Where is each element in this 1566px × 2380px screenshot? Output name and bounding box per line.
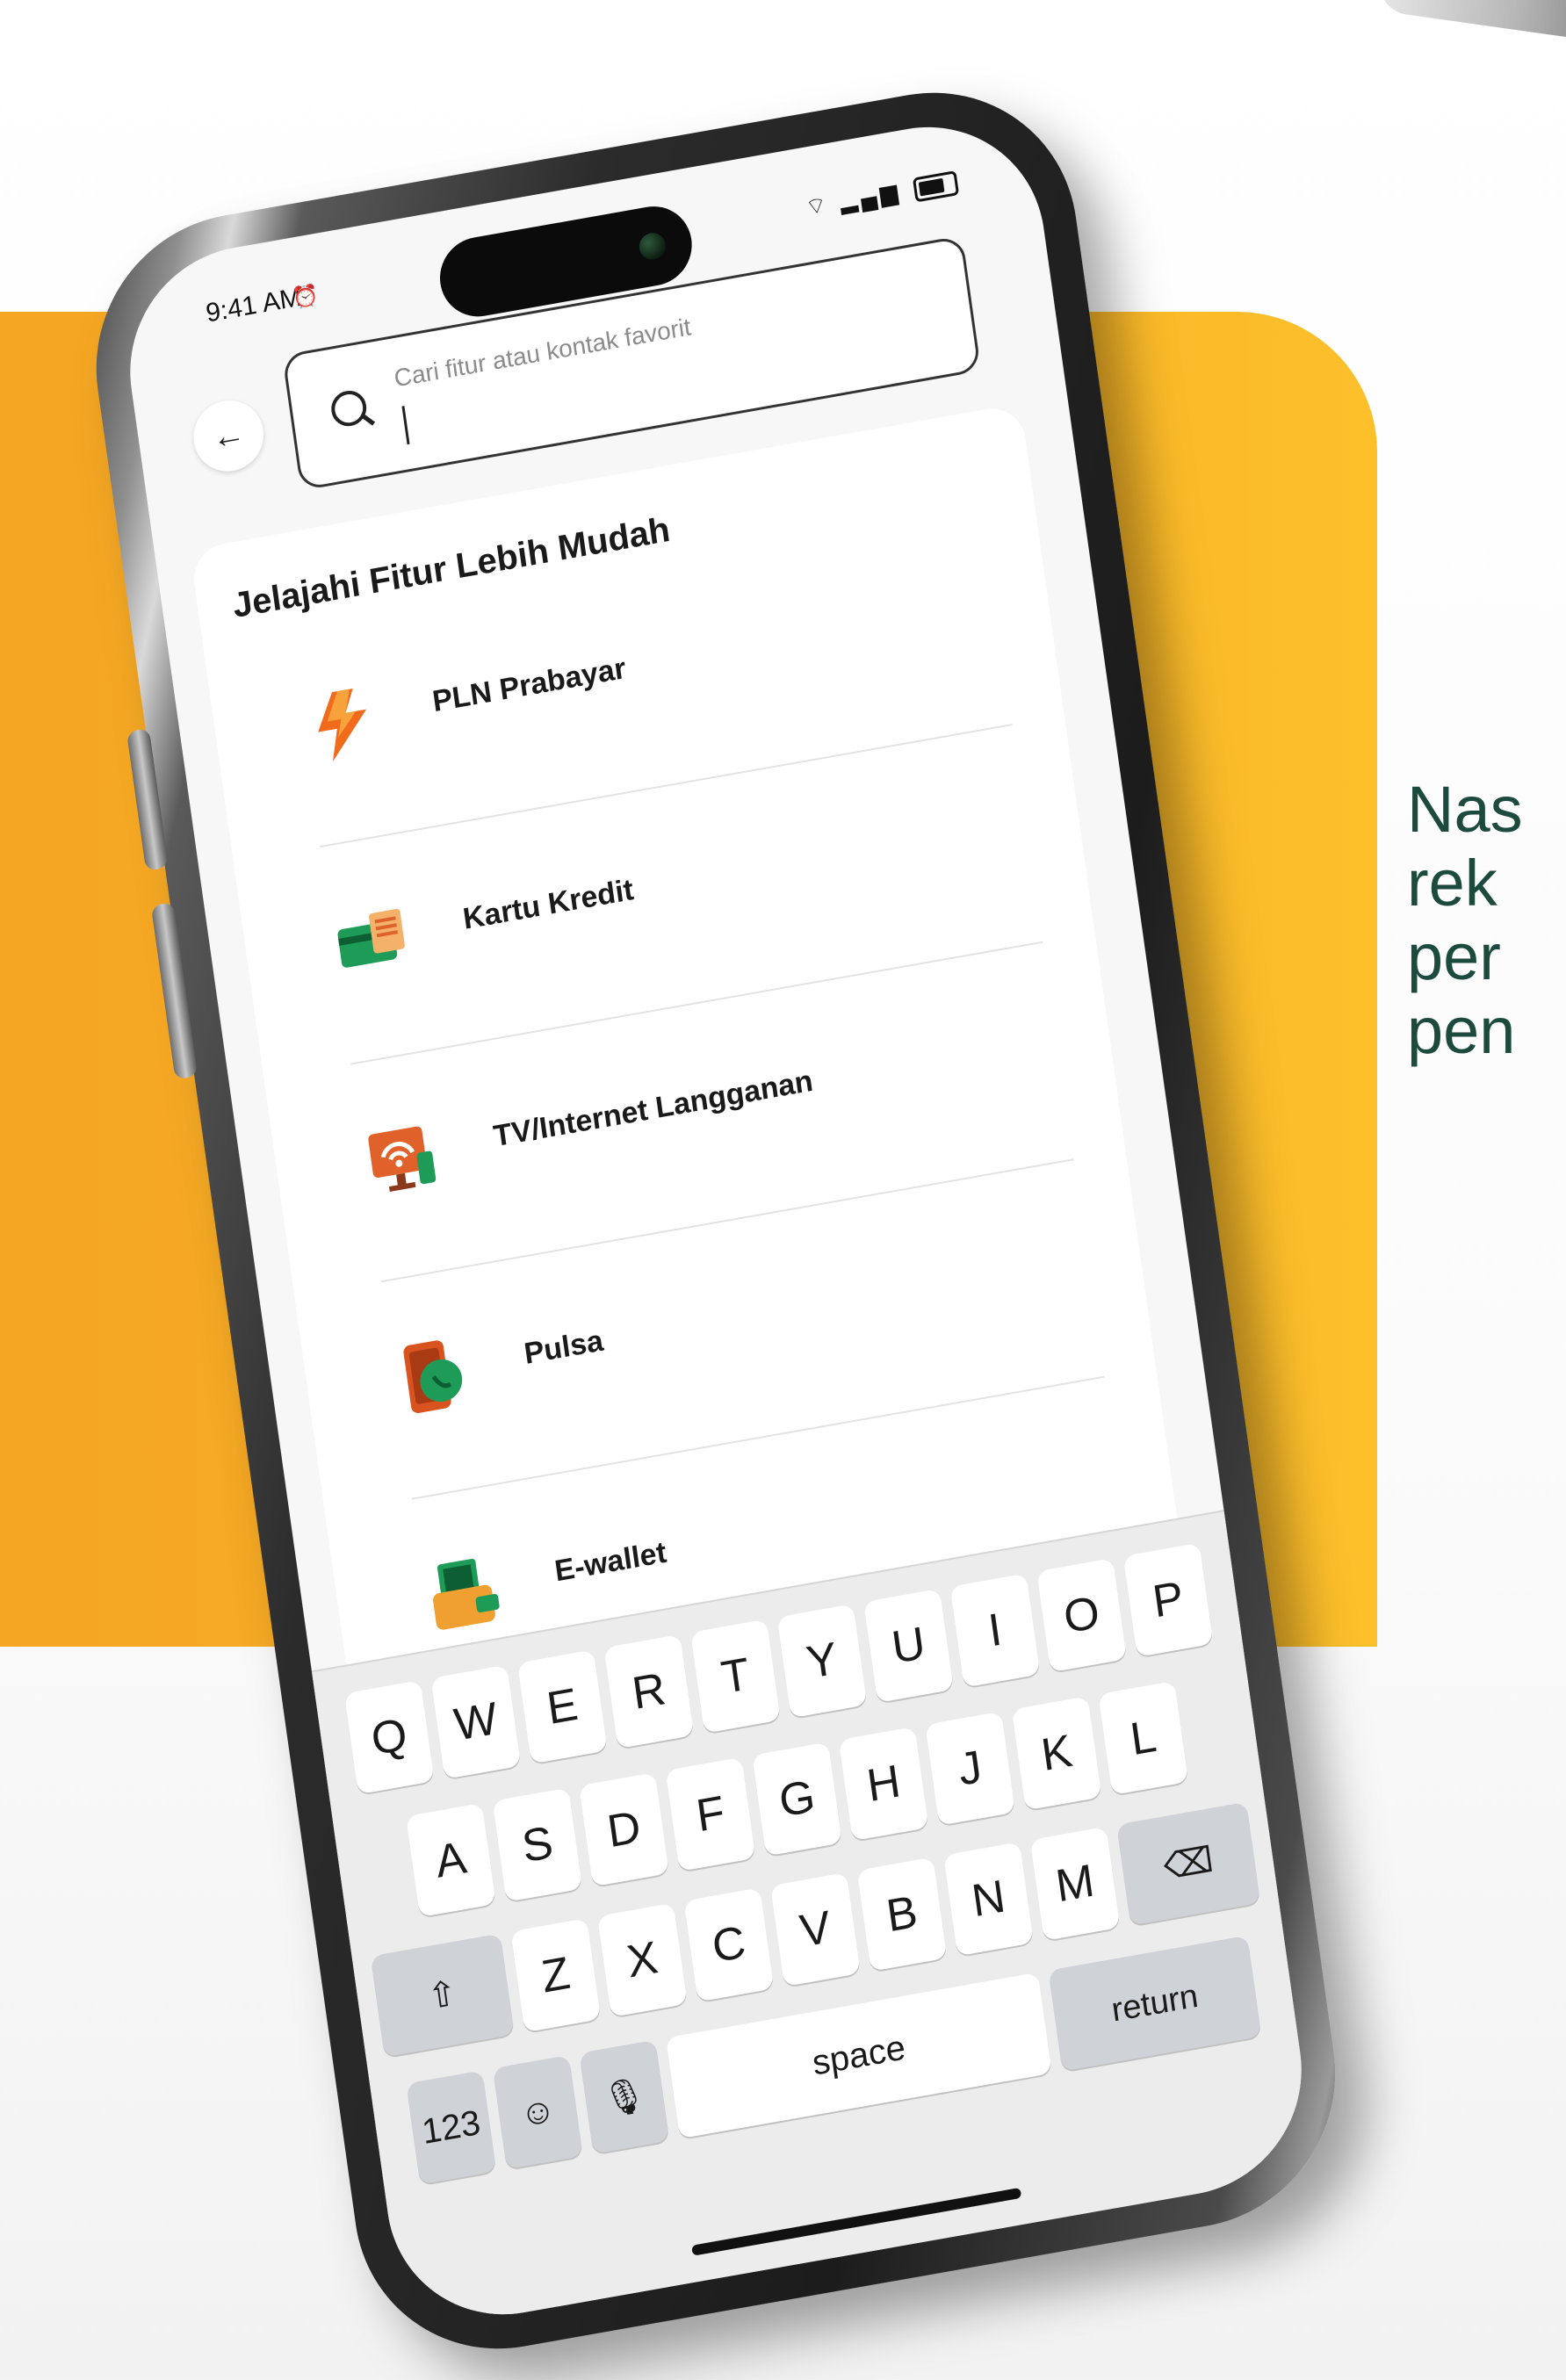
dictation-key[interactable]: 🎙 — [579, 2039, 670, 2154]
key-j[interactable]: J — [925, 1711, 1016, 1826]
wifi-icon: ⌔ — [804, 190, 833, 221]
key-q[interactable]: Q — [343, 1680, 435, 1795]
lightning-bolt-icon — [298, 677, 386, 769]
key-s[interactable]: S — [492, 1787, 583, 1902]
numbers-key[interactable]: 123 — [406, 2070, 497, 2185]
backspace-icon: ⌫ — [1161, 1840, 1216, 1887]
key-x[interactable]: X — [596, 1902, 688, 2017]
microphone-icon: 🎙 — [599, 2073, 649, 2121]
key-l[interactable]: L — [1098, 1680, 1189, 1796]
status-time: 9:41 AM — [204, 282, 304, 328]
wallet-icon — [421, 1547, 509, 1639]
key-v[interactable]: V — [769, 1872, 861, 1987]
key-k[interactable]: K — [1011, 1696, 1102, 1811]
text-cursor — [401, 406, 410, 445]
alarm-clock-icon: ⏰ — [291, 283, 321, 312]
camera-icon — [637, 230, 668, 262]
key-c[interactable]: C — [683, 1887, 775, 2002]
menu-item-label: PLN Prabayar — [430, 651, 629, 719]
backspace-key[interactable]: ⌫ — [1116, 1801, 1261, 1926]
shift-key[interactable]: ⇧ — [370, 1933, 515, 2058]
menu-item-label: E-wallet — [552, 1535, 669, 1589]
home-indicator — [691, 2187, 1022, 2256]
key-m[interactable]: M — [1029, 1826, 1121, 1942]
back-button[interactable]: ← — [189, 394, 269, 477]
key-n[interactable]: N — [943, 1842, 1034, 1957]
key-o[interactable]: O — [1036, 1558, 1127, 1673]
key-e[interactable]: E — [516, 1649, 608, 1764]
search-placeholder: Cari fitur atau kontak favorit — [392, 313, 693, 393]
return-key[interactable]: return — [1048, 1935, 1262, 2072]
signal-icon: ▂▄▆ — [838, 177, 903, 215]
top-decoration — [1375, 0, 1566, 42]
key-d[interactable]: D — [579, 1772, 669, 1887]
mobile-phone-icon — [390, 1330, 479, 1422]
tv-wifi-icon — [359, 1112, 448, 1204]
key-z[interactable]: Z — [510, 1918, 602, 2033]
key-h[interactable]: H — [838, 1727, 929, 1842]
menu-item-label: Pulsa — [522, 1323, 606, 1371]
status-icons: ⌔ ▂▄▆ — [804, 167, 960, 222]
shift-icon: ⇧ — [425, 1973, 460, 2017]
side-caption: Nas rek per pen — [1407, 773, 1523, 1067]
key-i[interactable]: I — [949, 1573, 1041, 1688]
key-u[interactable]: U — [863, 1588, 954, 1704]
key-t[interactable]: T — [689, 1619, 781, 1734]
battery-icon — [912, 170, 960, 203]
key-p[interactable]: P — [1122, 1542, 1214, 1657]
credit-card-icon — [328, 895, 417, 987]
key-f[interactable]: F — [665, 1756, 756, 1872]
key-w[interactable]: W — [430, 1664, 522, 1779]
search-icon — [328, 387, 369, 429]
emoji-key[interactable]: ☺ — [492, 2054, 583, 2170]
menu-item-label: TV/Internet Langganan — [491, 1064, 815, 1154]
key-a[interactable]: A — [405, 1802, 496, 1918]
key-b[interactable]: B — [856, 1857, 948, 1972]
key-g[interactable]: G — [752, 1742, 842, 1857]
menu-item-label: Kartu Kredit — [460, 873, 636, 936]
emoji-icon: ☺ — [517, 2089, 559, 2134]
key-y[interactable]: Y — [776, 1604, 868, 1719]
key-r[interactable]: R — [603, 1634, 695, 1749]
arrow-left-icon: ← — [209, 414, 248, 457]
